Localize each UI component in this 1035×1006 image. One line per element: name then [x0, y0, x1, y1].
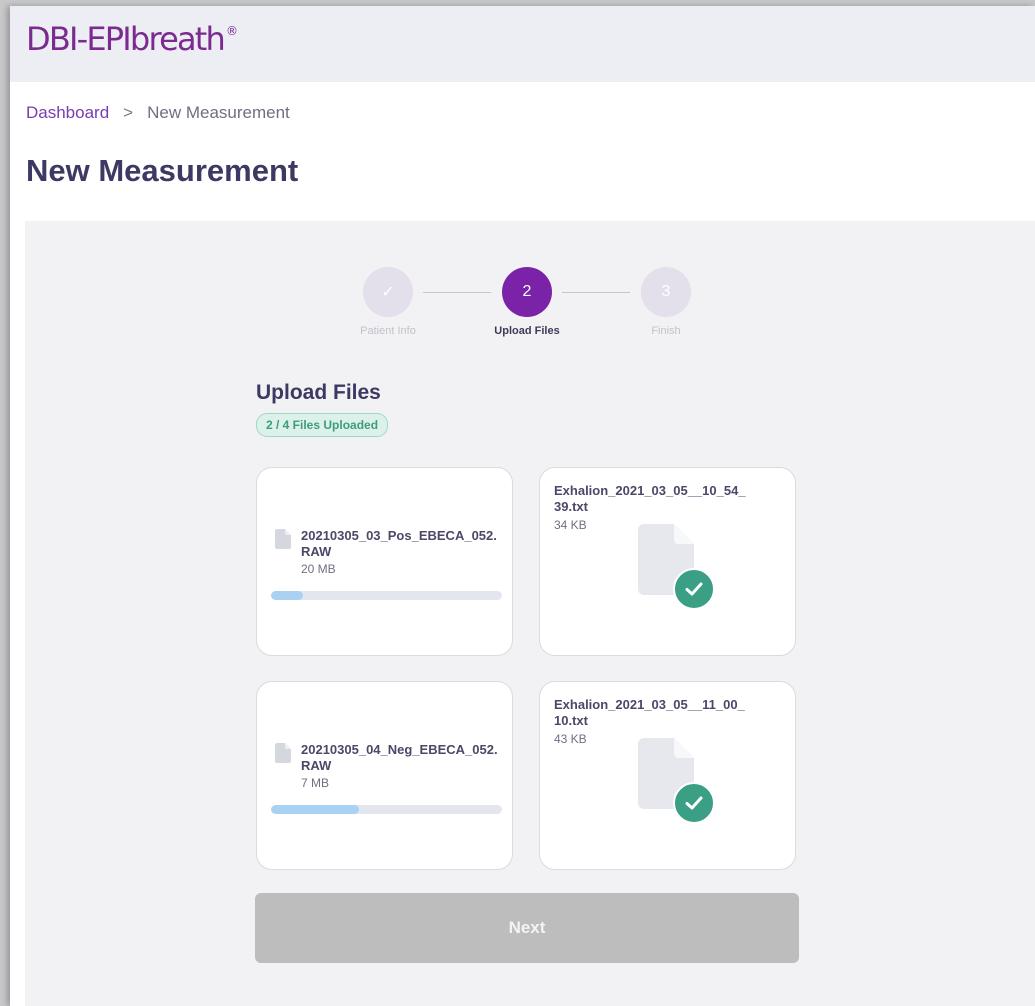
top-bar: DBI-EPIbreath ®: [10, 6, 1035, 82]
file-name: Exhalion_2021_03_05__10_54_39.txt: [554, 483, 746, 514]
breadcrumb-separator: >: [123, 103, 134, 122]
checkmark-icon: [685, 582, 703, 596]
file-name: 20210305_03_Pos_EBECA_052.RAW: [301, 528, 497, 559]
step-3-label: Finish: [651, 325, 681, 337]
file-card-uploading: 20210305_03_Pos_EBECA_052.RAW 20 MB: [256, 467, 513, 656]
step-3-number: 3: [661, 283, 671, 300]
breadcrumb: Dashboard > New Measurement: [26, 103, 290, 123]
step-connector-2: [562, 292, 630, 293]
step-connector-1: [423, 292, 491, 293]
app-logo[interactable]: DBI-EPIbreath ®: [26, 20, 238, 58]
upload-progress-fill: [271, 805, 359, 814]
file-card-uploading: 20210305_04_Neg_EBECA_052.RAW 7 MB: [256, 681, 513, 870]
upload-complete-check-icon: [673, 568, 715, 610]
file-size: 43 KB: [554, 732, 587, 746]
upload-progress-bar: [271, 805, 502, 814]
file-card-uploaded: Exhalion_2021_03_05__10_54_39.txt 34 KB: [539, 467, 796, 656]
file-card-uploaded: Exhalion_2021_03_05__11_00_10.txt 43 KB: [539, 681, 796, 870]
progress-stepper: ✓ 2 3 Patient Info Upload Files Finish: [25, 221, 1035, 351]
app-window: DBI-EPIbreath ® Dashboard > New Measurement…: [10, 6, 1035, 1006]
registered-mark: ®: [226, 24, 239, 38]
file-size: 20 MB: [301, 562, 336, 576]
wizard-panel: ✓ 2 3 Patient Info Upload Files Finish U…: [25, 221, 1035, 1006]
step-2-label: Upload Files: [494, 325, 560, 337]
upload-progress-bar: [271, 591, 502, 600]
next-button[interactable]: Next: [255, 893, 799, 963]
breadcrumb-dashboard-link[interactable]: Dashboard: [26, 103, 109, 122]
logo-text: DBI-EPIbreath: [26, 20, 226, 58]
step-2-active: 2: [502, 267, 552, 317]
file-icon: [275, 529, 291, 549]
upload-section-title: Upload Files: [256, 381, 381, 404]
step-2-number: 2: [522, 283, 532, 300]
checkmark-icon: [685, 796, 703, 810]
file-size: 7 MB: [301, 776, 330, 790]
file-size: 34 KB: [554, 518, 587, 532]
file-icon: [275, 743, 291, 763]
page-title: New Measurement: [26, 153, 299, 188]
upload-complete-check-icon: [673, 782, 715, 824]
upload-status-badge: 2 / 4 Files Uploaded: [256, 413, 389, 437]
file-name: 20210305_04_Neg_EBECA_052.RAW: [301, 742, 498, 773]
breadcrumb-current: New Measurement: [147, 103, 290, 122]
upload-progress-fill: [271, 591, 304, 600]
step-3-pending: 3: [641, 267, 691, 317]
step-1-completed: ✓: [363, 267, 413, 317]
step-1-label: Patient Info: [360, 325, 416, 337]
checkmark-icon: ✓: [381, 284, 395, 301]
file-name: Exhalion_2021_03_05__11_00_10.txt: [554, 697, 745, 728]
